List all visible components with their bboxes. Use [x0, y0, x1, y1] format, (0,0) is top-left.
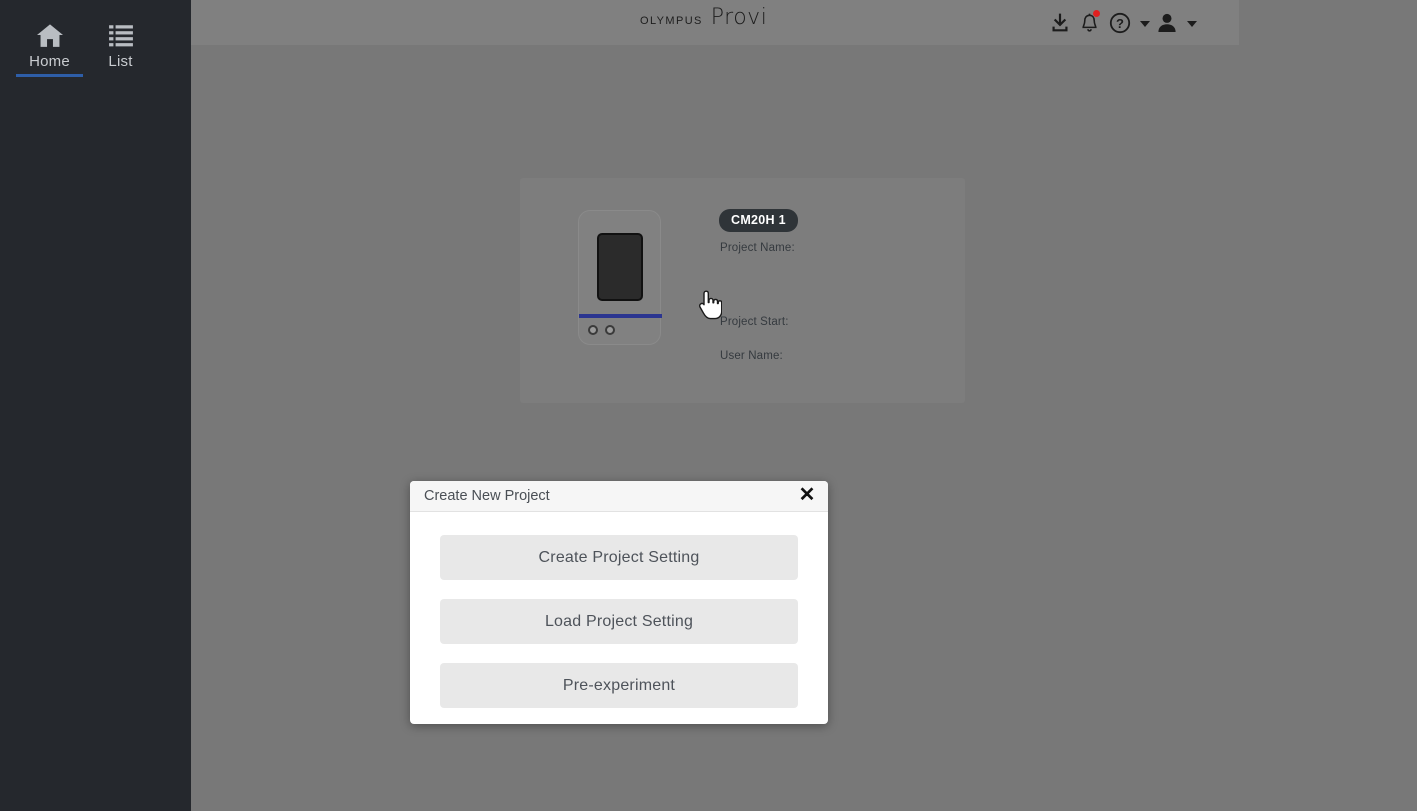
brand-logo: OLYMPUS Provi	[640, 5, 767, 30]
help-chevron-down-icon[interactable]	[1140, 21, 1150, 27]
sidebar-item-home[interactable]: Home	[14, 20, 85, 77]
sidebar-nav: Home List	[0, 0, 156, 77]
sidebar-item-home-label: Home	[29, 53, 70, 70]
sidebar-item-list-label: List	[108, 53, 132, 70]
device-buttons	[588, 325, 615, 335]
help-icon[interactable]: ?	[1105, 8, 1135, 38]
project-card[interactable]: CM20H 1 Project Name: Project Start: Use…	[520, 178, 965, 403]
download-icon[interactable]	[1046, 8, 1074, 38]
status-badge: CM20H 1	[719, 209, 798, 232]
dialog-body: Create Project Setting Load Project Sett…	[410, 512, 828, 708]
account-chevron-down-icon[interactable]	[1187, 21, 1197, 27]
sidebar: Home List	[0, 0, 191, 811]
header-actions: ?	[1046, 8, 1197, 38]
notification-bell-icon[interactable]	[1076, 8, 1103, 38]
brand-olympus-text: OLYMPUS	[640, 11, 703, 29]
load-project-setting-button[interactable]: Load Project Setting	[440, 599, 798, 644]
field-project-start: Project Start:	[720, 316, 789, 328]
field-user-name: User Name:	[720, 350, 783, 362]
device-button-left	[588, 325, 598, 335]
create-project-setting-button[interactable]: Create Project Setting	[440, 535, 798, 580]
header-bar: OLYMPUS Provi ?	[191, 0, 1239, 45]
notification-badge-dot	[1093, 10, 1100, 17]
brand-provi-text: Provi	[711, 5, 768, 30]
svg-text:?: ?	[1116, 16, 1124, 31]
dialog-title: Create New Project	[424, 488, 550, 504]
dialog-header: Create New Project ✕	[410, 481, 828, 512]
device-blue-bar	[579, 314, 662, 318]
pointer-hand-cursor	[696, 290, 722, 320]
device-button-right	[605, 325, 615, 335]
list-icon	[108, 20, 134, 50]
pre-experiment-button[interactable]: Pre-experiment	[440, 663, 798, 708]
create-new-project-dialog: Create New Project ✕ Create Project Sett…	[410, 481, 828, 724]
sidebar-active-indicator	[16, 74, 83, 77]
sidebar-item-list[interactable]: List	[85, 20, 156, 77]
home-icon	[35, 20, 65, 50]
application-window: Home List	[0, 0, 1417, 811]
field-project-name: Project Name:	[720, 242, 795, 254]
device-screen	[597, 233, 643, 301]
close-icon[interactable]: ✕	[794, 482, 820, 508]
device-illustration	[578, 210, 661, 345]
user-account-icon[interactable]	[1152, 8, 1182, 38]
